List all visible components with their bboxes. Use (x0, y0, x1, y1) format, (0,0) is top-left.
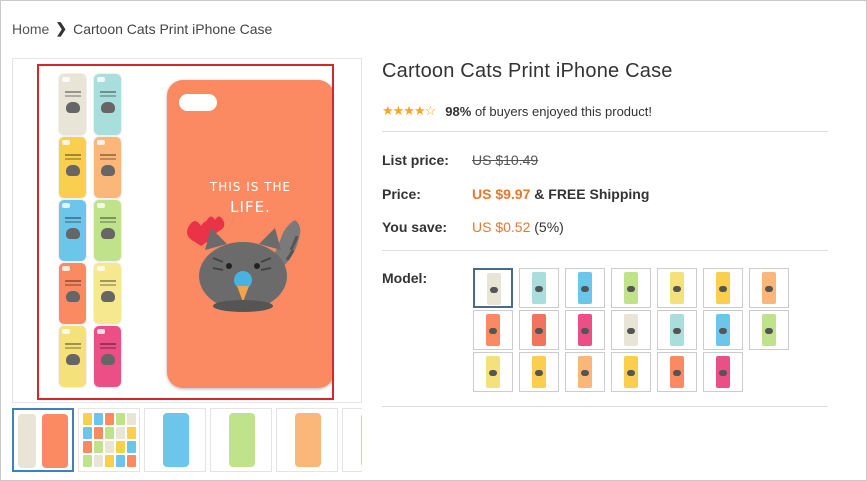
model-option-9[interactable] (519, 310, 559, 350)
list-price-row: List price: US $10.49 (382, 152, 538, 168)
model-option-5[interactable] (657, 268, 697, 308)
divider (382, 131, 828, 132)
thumbnail-6[interactable] (342, 408, 362, 472)
model-option-19[interactable] (657, 352, 697, 392)
model-option-17[interactable] (565, 352, 605, 392)
model-label: Model: (382, 270, 428, 286)
main-image-container: THIS IS THE LIFE. (12, 58, 362, 403)
main-product-image[interactable]: THIS IS THE LIFE. (37, 64, 334, 400)
thumbnail-5[interactable] (276, 408, 338, 472)
model-option-7[interactable] (749, 268, 789, 308)
mini-case (94, 74, 121, 135)
mini-case (59, 200, 86, 261)
model-option-11[interactable] (611, 310, 651, 350)
model-option-16[interactable] (519, 352, 559, 392)
rating-percent: 98% (445, 103, 472, 119)
divider (382, 250, 828, 251)
mini-case (59, 74, 86, 135)
model-option-13[interactable] (703, 310, 743, 350)
price-value: US $9.97 (472, 186, 531, 202)
save-amount: US $0.52 (472, 219, 531, 235)
star-rating-icon: ★★★★☆ (382, 103, 436, 118)
cat-illustration (187, 216, 301, 312)
model-option-6[interactable] (703, 268, 743, 308)
thumbnail-4[interactable] (210, 408, 272, 472)
model-option-8[interactable] (473, 310, 513, 350)
mini-case (59, 137, 86, 198)
model-option-18[interactable] (611, 352, 651, 392)
rating-text: of buyers enjoyed this product! (474, 103, 652, 119)
list-price-value: US $10.49 (472, 152, 539, 168)
model-option-3[interactable] (565, 268, 605, 308)
product-title: Cartoon Cats Print iPhone Case (382, 60, 673, 82)
featured-phone-case: THIS IS THE LIFE. (167, 80, 332, 388)
divider (382, 406, 828, 407)
free-shipping-text: & FREE Shipping (534, 186, 650, 202)
model-option-12[interactable] (657, 310, 697, 350)
mini-case (94, 137, 121, 198)
breadcrumb-current: Cartoon Cats Print iPhone Case (73, 20, 273, 37)
breadcrumb: Home ❯ Cartoon Cats Print iPhone Case (12, 20, 272, 37)
mini-case (94, 263, 121, 324)
model-option-4[interactable] (611, 268, 651, 308)
thumbnail-1[interactable] (12, 408, 74, 472)
breadcrumb-home-link[interactable]: Home (12, 21, 49, 37)
thumbnail-strip (12, 408, 362, 474)
list-price-label: List price: (382, 152, 449, 168)
thumbnail-2[interactable] (78, 408, 140, 472)
you-save-row: You save: US $0.52 (5%) (382, 219, 564, 235)
mini-case (94, 200, 121, 261)
model-option-1[interactable] (473, 268, 513, 308)
model-option-20[interactable] (703, 352, 743, 392)
mini-case (59, 326, 86, 387)
model-option-14[interactable] (749, 310, 789, 350)
chevron-right-icon: ❯ (55, 20, 68, 36)
thumbnail-3[interactable] (144, 408, 206, 472)
rating-row: ★★★★☆ 98% of buyers enjoyed this product… (382, 103, 652, 119)
price-row: Price: US $9.97 & FREE Shipping (382, 186, 649, 202)
mini-case (94, 326, 121, 387)
save-percent: (5%) (534, 219, 564, 235)
model-option-10[interactable] (565, 310, 605, 350)
model-option-15[interactable] (473, 352, 513, 392)
model-option-2[interactable] (519, 268, 559, 308)
mini-case (59, 263, 86, 324)
price-label: Price: (382, 186, 421, 202)
you-save-label: You save: (382, 219, 448, 235)
